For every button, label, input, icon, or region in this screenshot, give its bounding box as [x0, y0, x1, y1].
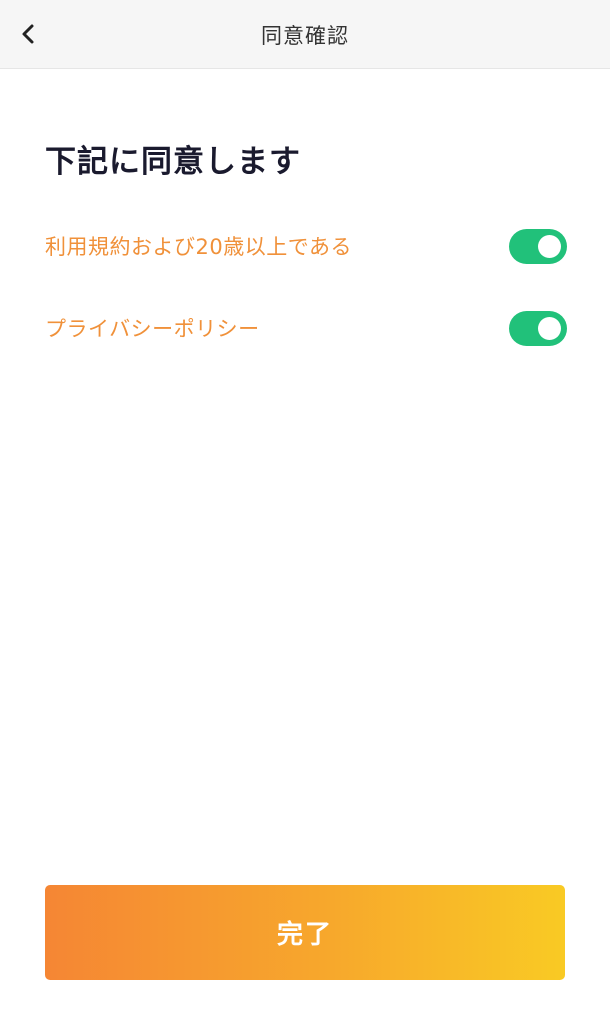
done-button[interactable]: 完了	[45, 885, 565, 980]
navigation-bar: 同意確認	[0, 0, 610, 69]
agreement-screen: 同意確認 下記に同意します 利用規約および20歳以上である プライバシーポリシー…	[0, 0, 610, 1024]
privacy-policy-toggle[interactable]	[509, 310, 567, 346]
toggle-knob	[538, 316, 561, 340]
page-title: 同意確認	[261, 23, 349, 48]
terms-agreement-label[interactable]: 利用規約および20歳以上である	[45, 231, 352, 261]
done-button-label: 完了	[276, 920, 333, 950]
toggle-knob	[538, 234, 561, 258]
privacy-policy-row: プライバシーポリシー	[45, 306, 567, 350]
terms-agreement-toggle[interactable]	[509, 228, 567, 264]
terms-agreement-row: 利用規約および20歳以上である	[45, 224, 567, 268]
agreement-heading: 下記に同意します	[45, 144, 301, 180]
privacy-policy-label[interactable]: プライバシーポリシー	[45, 313, 260, 343]
